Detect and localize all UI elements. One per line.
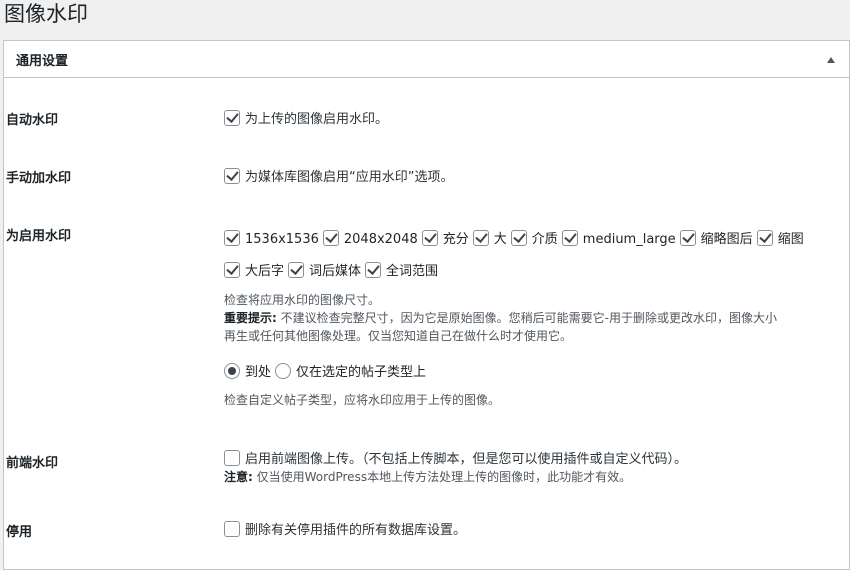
manual-watermark-option[interactable]: 为媒体库图像启用“应用水印”选项。 — [245, 170, 453, 185]
manual-watermark-checkbox[interactable] — [224, 168, 240, 184]
post-type-radios: 到处 仅在选定的帖子类型上 — [224, 361, 430, 380]
important-label: 重要提示: — [224, 311, 277, 325]
deactivation-label: 停用 — [6, 525, 33, 540]
deactivation-checkbox[interactable] — [224, 521, 240, 537]
image-sizes-row-1: 1536x1536 2048x2048 充分 大 介质 medium_large 缩略图后 缩… — [224, 228, 808, 247]
auto-watermark-checkbox[interactable] — [224, 110, 240, 126]
frontend-watermark-option[interactable]: 启用前端图像上传。（不包括上传脚本，但是您可以使用插件或自定义代码）。 — [245, 452, 687, 467]
important-text-1: 不建议检查完整尺寸，因为它是原始图像。您稍后可能需要它-用于删除或更改水印，图像… — [280, 311, 777, 325]
auto-watermark-label: 自动水印 — [6, 113, 59, 128]
radio-everywhere-label[interactable]: 到处 — [245, 365, 271, 380]
size-label[interactable]: 大 — [494, 232, 507, 247]
size-label[interactable]: 2048x2048 — [344, 232, 418, 247]
deactivation-option[interactable]: 删除有关停用插件的所有数据库设置。 — [245, 523, 466, 538]
frontend-watermark-label: 前端水印 — [6, 456, 59, 471]
manual-watermark-label: 手动加水印 — [6, 171, 72, 186]
size-label[interactable]: 全词范围 — [386, 264, 438, 279]
size-checkbox-2048[interactable] — [322, 230, 339, 246]
size-label[interactable]: medium_large — [583, 232, 676, 247]
box-header[interactable]: 通用设置 — [4, 41, 849, 78]
size-checkbox-large-after[interactable] — [224, 262, 240, 278]
size-checkbox-medium-large[interactable] — [561, 230, 578, 246]
image-sizes-row-2: 大后字 词后媒体 全词范围 — [224, 260, 442, 279]
size-label[interactable]: 缩略图后 — [701, 232, 753, 247]
size-label[interactable]: 介质 — [532, 232, 558, 247]
size-checkbox-1536[interactable] — [224, 230, 240, 246]
frontend-watermark-field: 启用前端图像上传。（不包括上传脚本，但是您可以使用插件或自定义代码）。 — [224, 448, 691, 467]
size-label[interactable]: 充分 — [443, 232, 469, 247]
radio-selected-post-types[interactable] — [275, 363, 292, 379]
size-checkbox-medium[interactable] — [510, 230, 527, 246]
general-settings-box: 通用设置 自动水印 为上传的图像启用水印。 手动加水印 为媒体库图像启用“应用水… — [3, 40, 850, 570]
box-title: 通用设置 — [16, 53, 69, 69]
page-title: 图像水印 — [4, 2, 88, 26]
important-line-1: 重要提示: 不建议检查完整尺寸，因为它是原始图像。您稍后可能需要它-用于删除或更… — [224, 309, 777, 327]
frontend-note: 注意: 仅当使用WordPress本地上传方法处理上传的图像时，此功能才有效。 — [224, 468, 631, 486]
size-checkbox-thumb-after[interactable] — [679, 230, 696, 246]
manual-watermark-field: 为媒体库图像启用“应用水印”选项。 — [224, 166, 457, 185]
size-checkbox-large[interactable] — [472, 230, 489, 246]
size-label[interactable]: 缩图 — [778, 232, 804, 247]
size-checkbox-full-range[interactable] — [365, 262, 382, 278]
deactivation-field: 删除有关停用插件的所有数据库设置。 — [224, 519, 470, 538]
radio-everywhere[interactable] — [224, 363, 240, 379]
auto-watermark-option[interactable]: 为上传的图像启用水印。 — [245, 112, 388, 127]
frontend-note-text: 仅当使用WordPress本地上传方法处理上传的图像时，此功能才有效。 — [256, 470, 632, 484]
size-label[interactable]: 词后媒体 — [309, 264, 361, 279]
sizes-desc-text: 检查将应用水印的图像尺寸。 — [224, 293, 381, 307]
auto-watermark-field: 为上传的图像启用水印。 — [224, 108, 392, 127]
size-label[interactable]: 1536x1536 — [245, 232, 319, 247]
collapse-arrow-icon[interactable] — [827, 57, 835, 63]
size-checkbox-full[interactable] — [421, 230, 438, 246]
size-checkbox-thumbnail[interactable] — [756, 230, 773, 246]
size-checkbox-media-after[interactable] — [288, 262, 305, 278]
radio-selected-label[interactable]: 仅在选定的帖子类型上 — [296, 365, 426, 380]
frontend-note-label: 注意: — [224, 470, 253, 484]
size-label[interactable]: 大后字 — [245, 264, 284, 279]
frontend-watermark-checkbox[interactable] — [224, 450, 240, 466]
post-type-description: 检查自定义帖子类型，应将水印应用于上传的图像。 — [224, 393, 501, 407]
image-sizes-description: 检查将应用水印的图像尺寸。 重要提示: 不建议检查完整尺寸，因为它是原始图像。您… — [224, 291, 777, 345]
image-sizes-label: 为启用水印 — [6, 229, 72, 244]
important-text-2: 再生或任何其他图像处理。仅当您知道自己在做什么时才使用它。 — [224, 329, 573, 343]
